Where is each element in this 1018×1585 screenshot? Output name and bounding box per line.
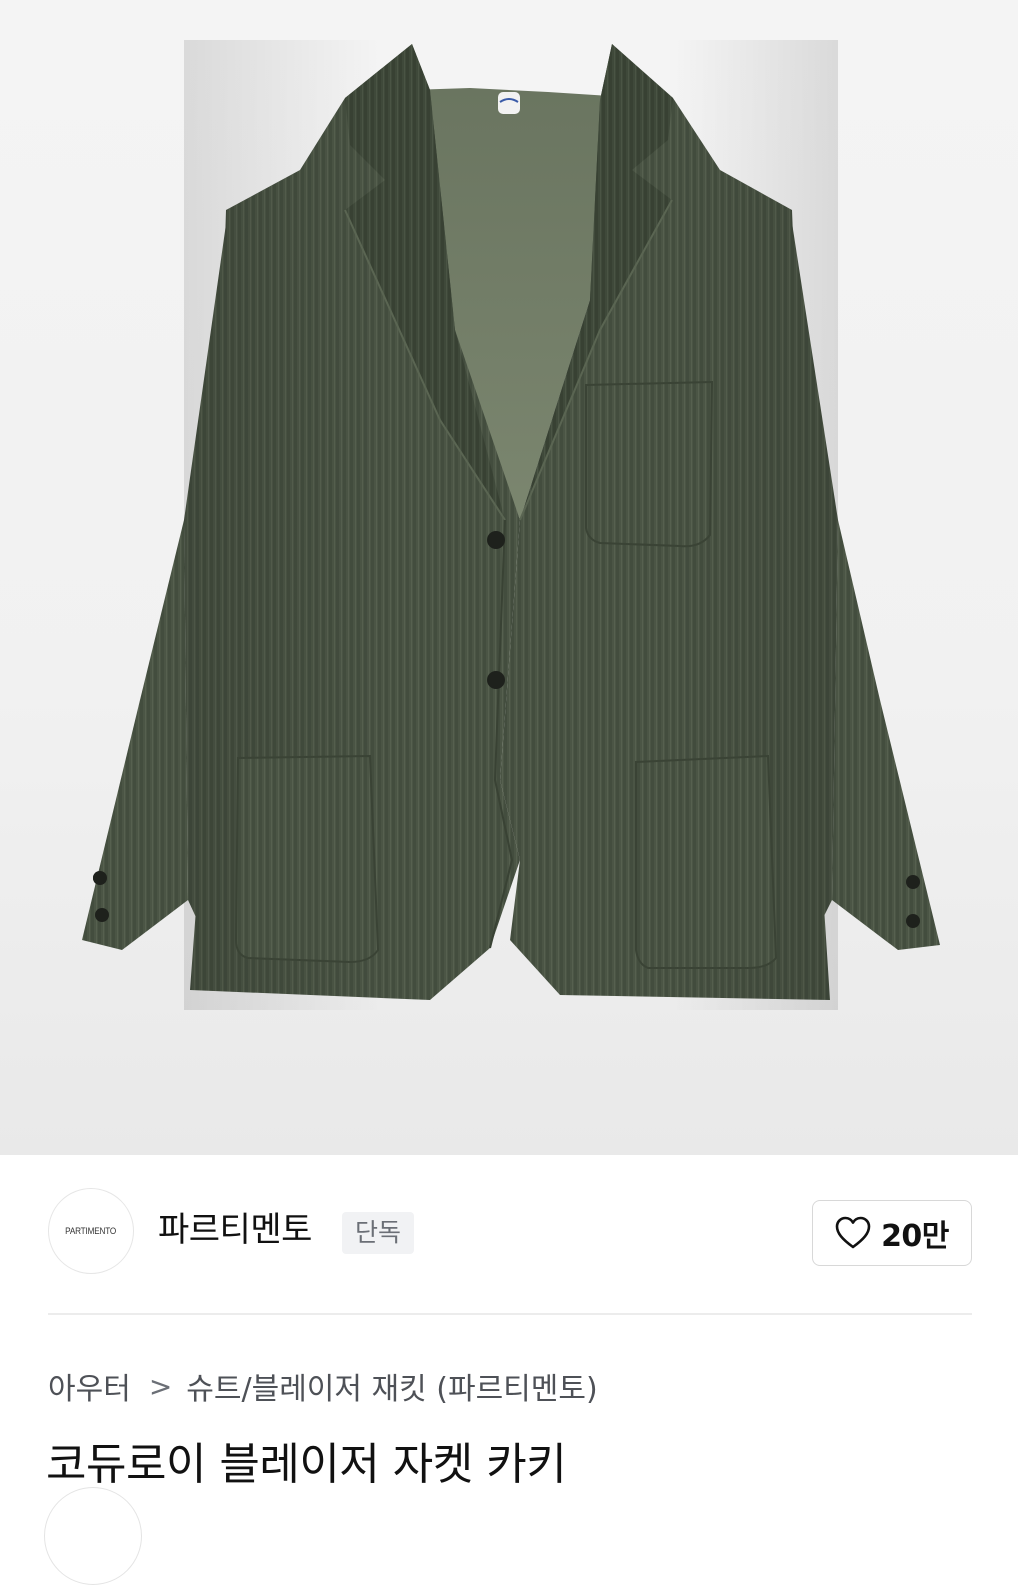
floating-button-partial[interactable]: [44, 1487, 142, 1585]
corduroy-jacket-illustration: [82, 40, 940, 1010]
breadcrumb-subcategory[interactable]: 슈트/블레이저 재킷 (파르티멘토): [186, 1364, 597, 1408]
brand-row: PARTIMENTO 파르티멘토 단독 20만: [48, 1188, 972, 1278]
divider: [48, 1313, 972, 1315]
like-button[interactable]: 20만: [812, 1200, 972, 1266]
product-image[interactable]: [0, 0, 1018, 1155]
like-count: 20만: [881, 1219, 949, 1254]
breadcrumb-category[interactable]: 아우터: [48, 1364, 131, 1408]
brand-logo-text: PARTIMENTO: [65, 1225, 117, 1237]
heart-outline-icon: [835, 1216, 871, 1249]
chevron-right-icon: >: [148, 1369, 173, 1403]
exclusive-badge: 단독: [342, 1212, 415, 1254]
brand-name[interactable]: 파르티멘토: [158, 1208, 312, 1252]
brand-logo[interactable]: PARTIMENTO: [48, 1188, 134, 1274]
product-title: 코듀로이 블레이저 자켓 카키: [46, 1439, 567, 1490]
breadcrumb: 아우터 > 슈트/블레이저 재킷 (파르티멘토): [48, 1364, 598, 1408]
